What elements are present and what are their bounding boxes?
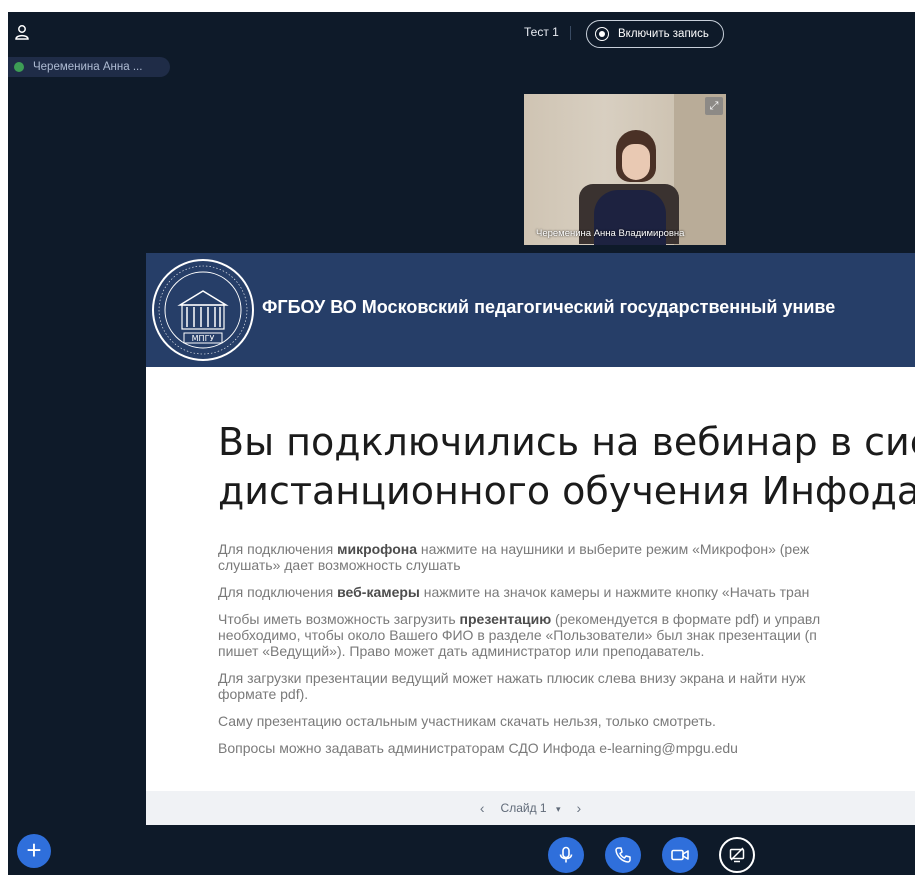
participant-name: Череменина Анна ...	[33, 61, 143, 73]
slide-selector-label: Слайд 1	[500, 801, 547, 815]
fullscreen-icon[interactable]: ⤢	[705, 97, 723, 115]
svg-text:МПГУ: МПГУ	[192, 334, 215, 343]
actions-button[interactable]: +	[17, 834, 51, 868]
slide-paragraph: Вопросы можно задавать администраторам С…	[218, 740, 738, 756]
slide-heading: Вы подключились на вебинар в сис дистанц…	[218, 418, 915, 516]
university-logo: МПГУ	[152, 259, 254, 361]
screen-share-button[interactable]	[719, 837, 755, 873]
record-icon	[595, 27, 609, 41]
next-slide-button[interactable]: ›	[568, 800, 589, 816]
slide-paragraph: Для подключения микрофона нажмите на нау…	[218, 541, 810, 573]
webcam-tile[interactable]: Череменина Анна Владимировна ⤢	[524, 94, 726, 245]
slide-paragraph: Для загрузки презентации ведущий может н…	[218, 670, 806, 702]
slide-heading-line: Вы подключились на вебинар в сис	[218, 420, 915, 464]
slide-heading-line: дистанционного обучения Инфода	[218, 469, 915, 513]
user-icon[interactable]	[14, 24, 30, 40]
header-divider	[570, 26, 571, 40]
microphone-icon	[559, 846, 573, 863]
slide-paragraph: Чтобы иметь возможность загрузить презен…	[218, 611, 821, 659]
slide-body: Для подключения микрофона нажмите на нау…	[218, 541, 915, 767]
screen-share-off-icon	[729, 847, 745, 863]
phone-icon	[615, 847, 631, 863]
audio-call-button[interactable]	[605, 837, 641, 873]
banner-title: ФГБОУ ВО Московский педагогический госуд…	[262, 297, 836, 317]
prev-slide-button[interactable]: ‹	[472, 800, 493, 816]
presence-indicator	[14, 62, 24, 72]
slide-navigation: ‹ Слайд 1 ▾ ›	[146, 791, 915, 825]
slide-paragraph: Для подключения веб-камеры нажмите на зн…	[218, 584, 810, 600]
plus-icon: +	[26, 835, 42, 865]
participant-item[interactable]: Череменина Анна ...	[8, 57, 170, 77]
slide-paragraph: Саму презентацию остальным участникам ск…	[218, 713, 716, 729]
record-label: Включить запись	[618, 28, 709, 40]
slide-banner: МПГУ ФГБОУ ВО Московский педагогический …	[146, 253, 915, 367]
conference-app: Череменина Анна ... Тест 1 Включить запи…	[8, 12, 915, 875]
webcam-name-label: Череменина Анна Владимировна	[536, 228, 685, 239]
meeting-title: Тест 1	[524, 25, 559, 39]
webcam-background	[674, 94, 726, 245]
webcam-person-face	[622, 144, 650, 180]
presentation-slide: МПГУ ФГБОУ ВО Московский педагогический …	[146, 253, 915, 825]
camera-button[interactable]	[662, 837, 698, 873]
chevron-down-icon: ▾	[555, 804, 561, 814]
video-camera-icon	[671, 849, 689, 861]
slide-selector[interactable]: Слайд 1 ▾	[501, 801, 561, 815]
microphone-button[interactable]	[548, 837, 584, 873]
start-recording-button[interactable]: Включить запись	[586, 20, 724, 48]
